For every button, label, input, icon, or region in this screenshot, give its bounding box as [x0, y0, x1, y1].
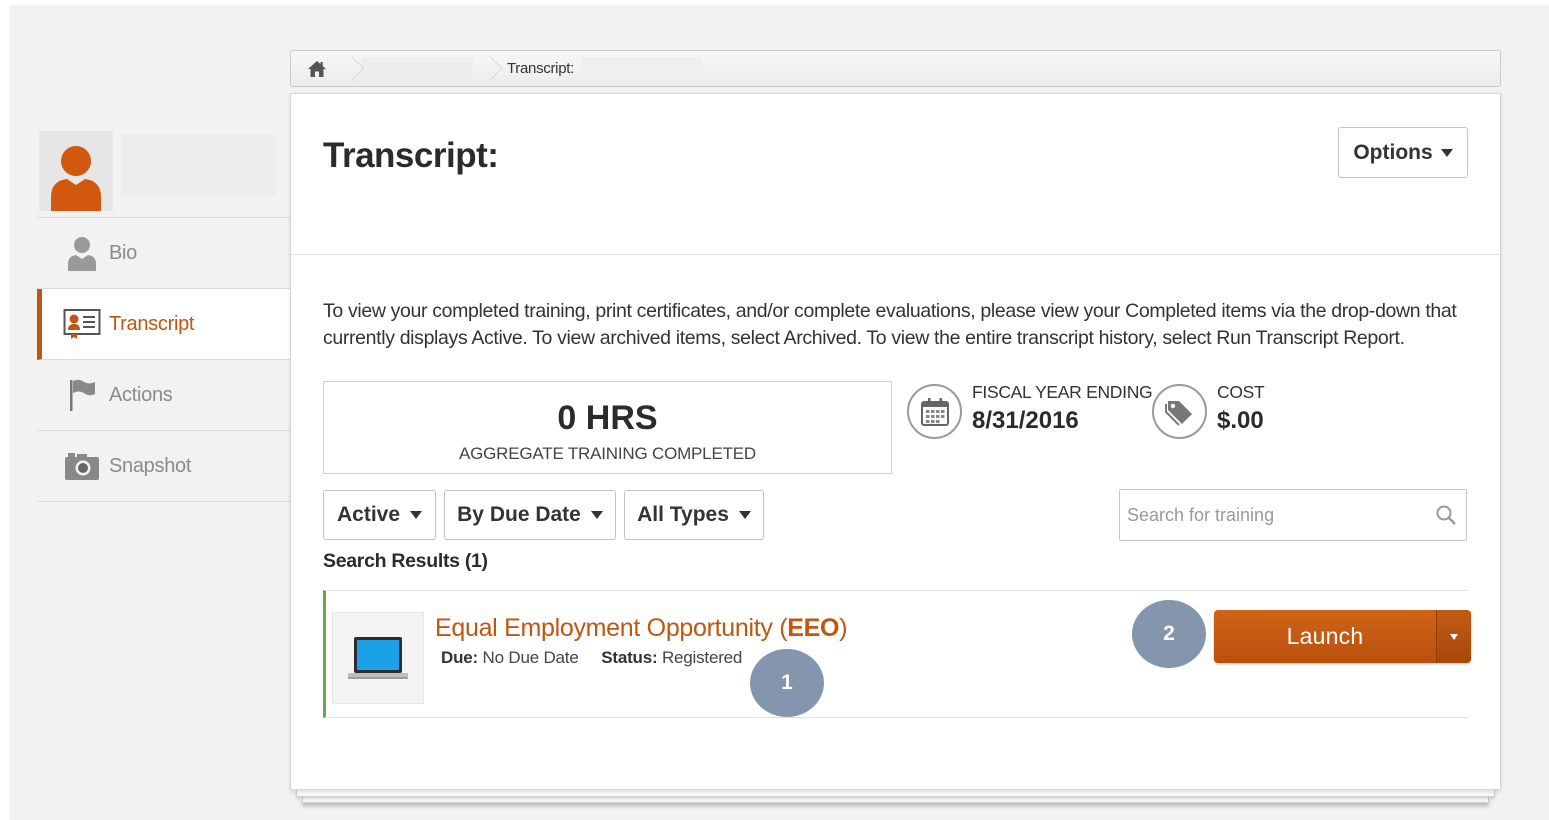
- avatar[interactable]: [39, 131, 113, 211]
- panel-stack-shadow: [296, 789, 1495, 797]
- sidebar-item-snapshot[interactable]: Snapshot: [37, 431, 292, 502]
- type-filter-label: All Types: [637, 503, 729, 526]
- page-title: Transcript:: [323, 136, 499, 175]
- caret-down-icon: [590, 511, 603, 519]
- due-value: No Due Date: [482, 648, 579, 667]
- laptop-icon: [348, 637, 408, 679]
- list-item: Equal Employment Opportunity (EEO) Due: …: [323, 590, 1471, 718]
- course-title-end: ): [839, 614, 848, 642]
- profile-name-redacted: [121, 134, 276, 196]
- home-icon: [308, 60, 326, 77]
- hours-label: AGGREGATE TRAINING COMPLETED: [459, 444, 756, 463]
- course-thumbnail[interactable]: [332, 612, 424, 704]
- options-button[interactable]: Options: [1338, 127, 1468, 178]
- fiscal-year-stat: FISCAL YEAR ENDING 8/31/2016: [907, 382, 1153, 439]
- caret-down-icon: [1440, 148, 1453, 157]
- sidebar-item-label: Bio: [109, 241, 138, 264]
- fiscal-year-label: FISCAL YEAR ENDING: [972, 382, 1153, 402]
- cost-stat: COST $.00: [1152, 382, 1265, 439]
- callout-marker-1: 1: [750, 649, 824, 717]
- sidebar-item-label: Snapshot: [109, 454, 192, 477]
- course-title-abbr: EEO: [787, 614, 840, 642]
- calendar-icon: [907, 384, 962, 439]
- intro-text: To view your completed training, print c…: [323, 300, 1457, 349]
- course-meta: Due: No Due Date Status: Registered: [441, 648, 742, 668]
- transcript-icon: [63, 306, 101, 342]
- search-input[interactable]: [1120, 490, 1426, 540]
- search-results-count: Search Results (1): [323, 550, 488, 572]
- cost-value: $.00: [1217, 407, 1264, 434]
- hours-value: 0 HRS: [557, 399, 658, 437]
- user-silhouette-icon: [51, 146, 101, 211]
- search-icon[interactable]: [1426, 504, 1466, 526]
- divider: [291, 254, 1500, 255]
- fiscal-year-value: 8/31/2016: [972, 407, 1079, 434]
- sort-filter-dropdown[interactable]: By Due Date: [444, 490, 616, 540]
- breadcrumb-current: Transcript:: [507, 60, 574, 77]
- status-label: Status:: [601, 648, 658, 667]
- callout-marker-2: 2: [1132, 600, 1206, 668]
- sidebar: Bio Transcript Actions Snapshot: [37, 128, 292, 502]
- options-label: Options: [1353, 140, 1433, 164]
- launch-split-button: Launch: [1214, 610, 1471, 663]
- sort-filter-label: By Due Date: [457, 503, 581, 526]
- caret-down-icon: [738, 511, 751, 519]
- breadcrumb-separator: [343, 51, 357, 87]
- sidebar-item-actions[interactable]: Actions: [37, 360, 292, 431]
- sidebar-item-label: Transcript: [109, 312, 195, 335]
- type-filter-dropdown[interactable]: All Types: [624, 490, 764, 540]
- aggregate-hours-box: 0 HRS AGGREGATE TRAINING COMPLETED: [323, 381, 892, 474]
- due-label: Due:: [441, 648, 478, 667]
- cost-label: COST: [1217, 382, 1265, 402]
- panel-stack-shadow: [302, 797, 1489, 803]
- caret-down-icon: [1450, 633, 1458, 640]
- status-filter-dropdown[interactable]: Active: [323, 490, 436, 540]
- launch-options-button[interactable]: [1436, 610, 1471, 663]
- breadcrumb-redacted: [582, 56, 702, 81]
- caret-down-icon: [410, 511, 423, 519]
- breadcrumb: Transcript:: [290, 50, 1501, 87]
- camera-icon: [63, 448, 101, 484]
- status-filter-label: Active: [336, 503, 401, 526]
- profile-header: [37, 128, 292, 218]
- sidebar-item-bio[interactable]: Bio: [37, 218, 292, 289]
- sidebar-item-label: Actions: [109, 383, 173, 406]
- tags-icon: [1152, 384, 1207, 439]
- breadcrumb-home[interactable]: [291, 51, 343, 86]
- breadcrumb-redacted: [361, 56, 473, 81]
- sidebar-item-transcript[interactable]: Transcript: [37, 289, 292, 360]
- launch-button[interactable]: Launch: [1214, 610, 1436, 663]
- person-icon: [63, 235, 101, 271]
- search-box: [1119, 489, 1467, 541]
- status-value: Registered: [661, 648, 743, 667]
- breadcrumb-separator: [481, 51, 495, 87]
- transcript-panel: Transcript: Options To view your complet…: [290, 93, 1501, 790]
- course-title-link[interactable]: Equal Employment Opportunity (EEO): [435, 614, 848, 643]
- flag-icon: [63, 377, 101, 413]
- course-title-text: Equal Employment Opportunity (: [435, 614, 788, 642]
